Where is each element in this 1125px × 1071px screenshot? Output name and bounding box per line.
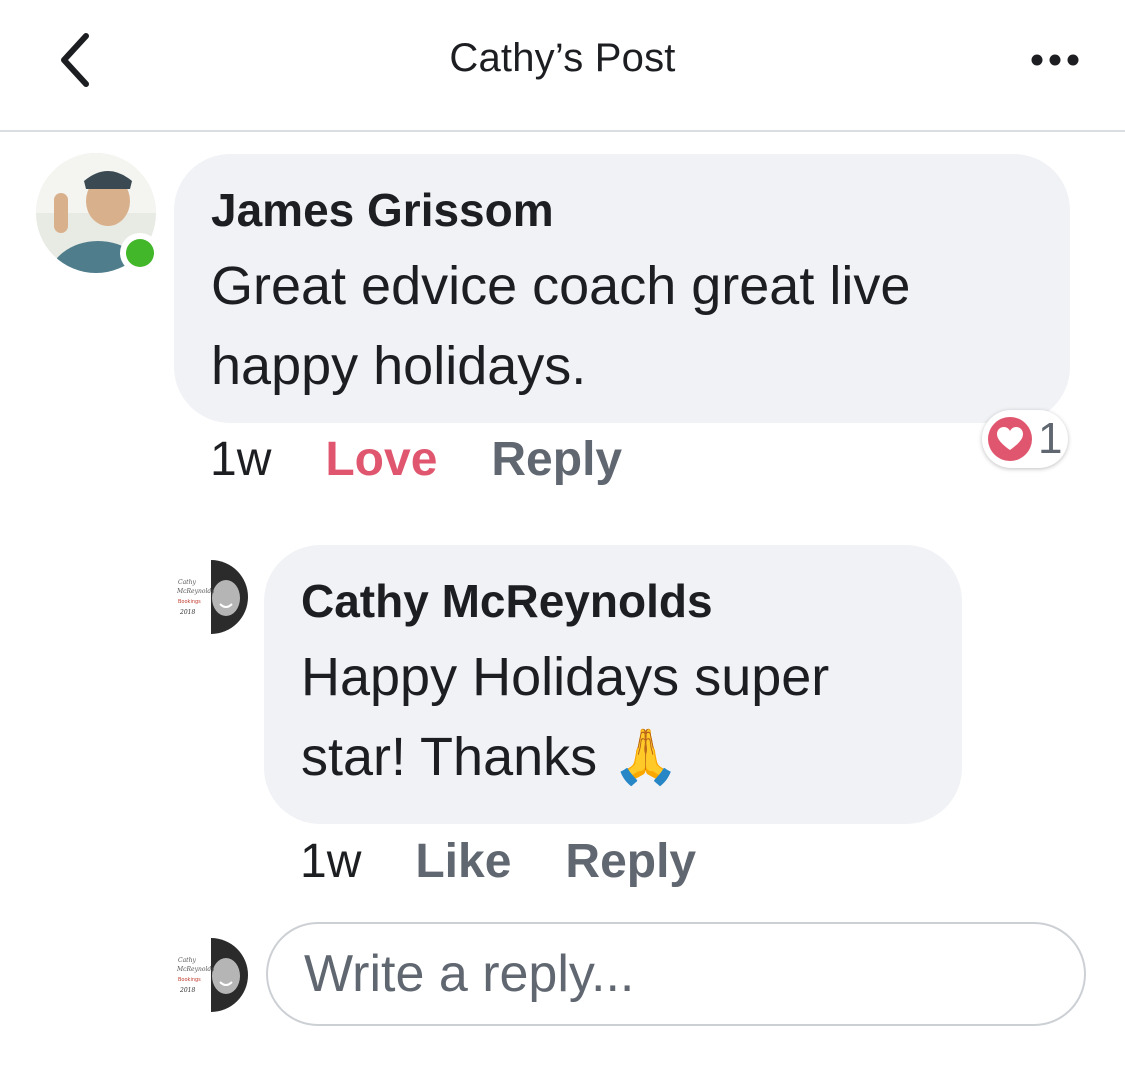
avatar-cathy-mcreynolds[interactable]: Cathy McReynolds Bookings 2018 [174,560,248,634]
comment-text-line: Great edvice coach great live [211,256,911,316]
svg-text:Bookings: Bookings [178,977,201,983]
comment-text-line: star! Thanks 🙏 [301,727,680,787]
comment-bubble: James Grissom Great edvice coach great l… [174,154,1070,423]
love-button[interactable]: Love [325,432,437,487]
online-status-dot [120,233,160,273]
comment-text-line: Happy Holidays super [301,647,830,707]
heart-reaction-icon [988,417,1032,461]
reply-bubble: Cathy McReynolds Happy Holidays super st… [264,545,962,824]
comment-timestamp: 1w [210,433,272,486]
reply-button[interactable]: Reply [491,432,622,487]
comment-author[interactable]: Cathy McReynolds [301,573,926,629]
top-bar: Cathy’s Post [0,0,1125,132]
svg-text:McReynolds: McReynolds [176,588,214,595]
svg-text:2018: 2018 [179,609,195,616]
comment-text-line: happy holidays. [211,336,587,396]
svg-text:2018: 2018 [179,987,195,994]
comment-actions: 1w Love Reply [210,432,622,487]
reaction-count: 1 [1038,414,1063,463]
reply-placeholder: Write a reply... [304,945,635,1003]
svg-text:McReynolds: McReynolds [176,966,214,973]
reply-actions: 1w Like Reply [300,834,696,889]
more-options-button[interactable] [1020,40,1090,80]
more-dots-icon [1031,54,1079,66]
write-reply-input[interactable]: Write a reply... [266,922,1086,1026]
page-title: Cathy’s Post [449,36,676,80]
like-button[interactable]: Like [415,834,511,889]
comment-timestamp: 1w [300,835,362,888]
svg-text:Cathy: Cathy [178,957,196,964]
comment-author[interactable]: James Grissom [211,182,1034,238]
svg-text:Bookings: Bookings [178,599,201,605]
current-user-avatar: Cathy McReynolds Bookings 2018 [174,938,248,1012]
reaction-summary[interactable]: 1 [982,410,1069,468]
svg-text:Cathy: Cathy [178,579,196,586]
reply-button[interactable]: Reply [565,834,696,889]
